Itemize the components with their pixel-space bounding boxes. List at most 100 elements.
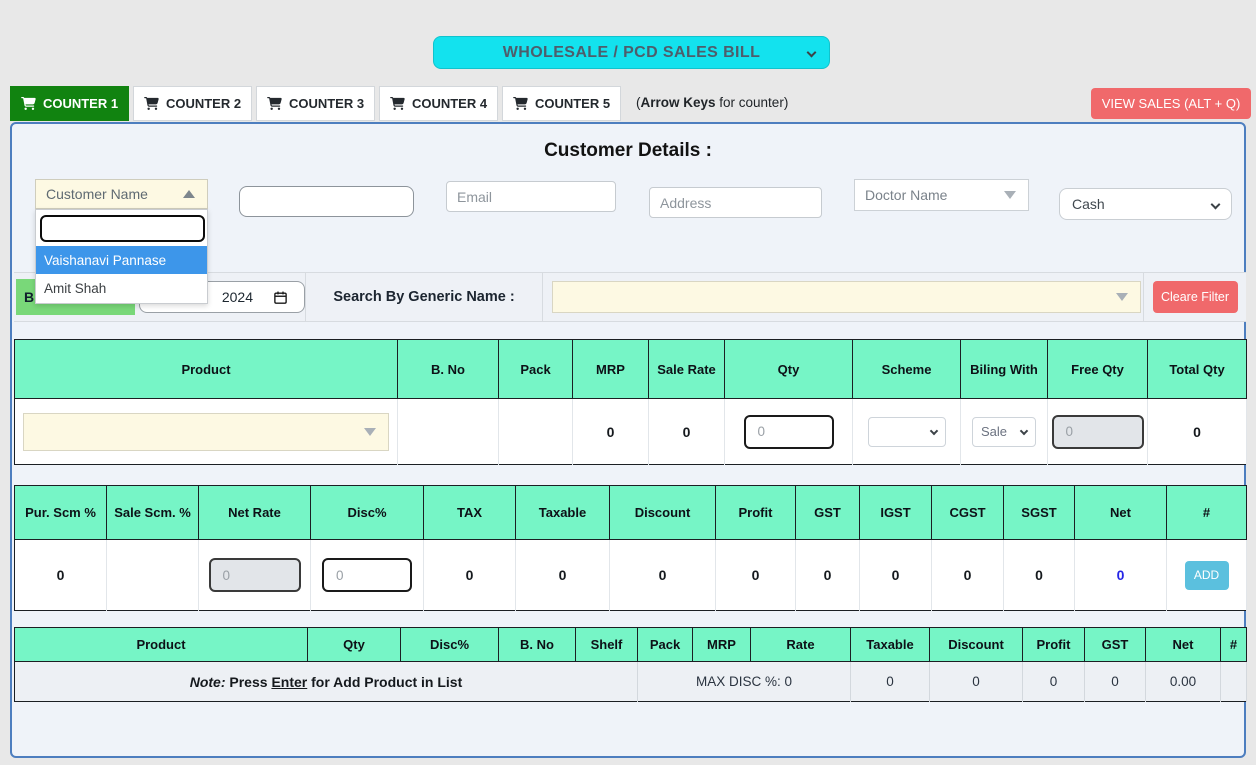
add-button[interactable]: ADD xyxy=(1185,561,1229,590)
total-taxable-cell: 0 xyxy=(851,662,930,702)
customer-name-input[interactable] xyxy=(239,186,414,217)
counter-keys-hint: (Arrow Keys for counter) xyxy=(636,95,788,110)
col-disc: Disc% xyxy=(311,486,424,540)
total-qty-cell: 0 xyxy=(1148,399,1247,465)
chevron-down-icon xyxy=(929,426,937,434)
enter-key-label: Enter xyxy=(271,674,307,690)
generic-search-label: Search By Generic Name : xyxy=(333,289,514,305)
col-b-no: B. No xyxy=(499,628,576,662)
table-header-row: Product Qty Disc% B. No Shelf Pack MRP R… xyxy=(15,628,1247,662)
address-field[interactable] xyxy=(649,187,822,218)
total-discount-cell: 0 xyxy=(930,662,1023,702)
table-header-row: Pur. Scm % Sale Scm. % Net Rate Disc% TA… xyxy=(15,486,1247,540)
sales-bill-page: WHOLESALE / PCD SALES BILL COUNTER 1 COU… xyxy=(0,0,1256,765)
scheme-cell xyxy=(853,399,961,465)
table-row: 0 0 0 0 0 0 0 0 0 0 ADD xyxy=(15,540,1247,611)
col-actions: # xyxy=(1167,486,1247,540)
col-gst: GST xyxy=(1085,628,1146,662)
customer-option-highlighted[interactable]: Vaishanavi Pannase xyxy=(36,246,207,274)
triangle-up-icon xyxy=(183,190,195,198)
col-total-qty: Total Qty xyxy=(1148,340,1247,399)
col-biling-with: Biling With xyxy=(961,340,1048,399)
col-net-rate: Net Rate xyxy=(199,486,311,540)
email-field[interactable] xyxy=(446,181,616,212)
customer-search-input[interactable] xyxy=(40,215,205,242)
disc-cell xyxy=(311,540,424,611)
generic-name-dropdown[interactable] xyxy=(552,281,1141,313)
bill-type-label: WHOLESALE / PCD SALES BILL xyxy=(503,44,761,62)
calendar-icon[interactable] xyxy=(273,290,288,305)
table-header-row: Product B. No Pack MRP Sale Rate Qty Sch… xyxy=(15,340,1247,399)
col-sgst: SGST xyxy=(1004,486,1075,540)
product-list-table: Product Qty Disc% B. No Shelf Pack MRP R… xyxy=(14,627,1247,702)
col-cgst: CGST xyxy=(932,486,1004,540)
chevron-down-icon xyxy=(1020,426,1028,434)
max-disc-cell: MAX DISC %: 0 xyxy=(638,662,851,702)
tab-counter-1[interactable]: COUNTER 1 xyxy=(10,86,129,121)
tab-counter-4[interactable]: COUNTER 4 xyxy=(379,86,498,121)
generic-label-cell: Search By Generic Name : xyxy=(306,273,543,321)
free-qty-cell xyxy=(1048,399,1148,465)
bill-type-select[interactable]: WHOLESALE / PCD SALES BILL xyxy=(433,36,830,69)
customer-name-dropdown[interactable]: Customer Name xyxy=(35,179,208,209)
net-cell: 0 xyxy=(1075,540,1167,611)
calculation-table: Pur. Scm % Sale Scm. % Net Rate Disc% TA… xyxy=(14,485,1247,611)
bill-date-value: 2024 xyxy=(222,289,253,305)
actions-empty-cell xyxy=(1221,662,1247,702)
billing-panel: Customer Details : Customer Name Doctor … xyxy=(10,122,1246,758)
clear-filter-cell: Cleare Filter xyxy=(1144,273,1246,321)
col-qty: Qty xyxy=(725,340,853,399)
doctor-name-label: Doctor Name xyxy=(865,187,947,203)
payment-type-value: Cash xyxy=(1072,196,1105,212)
net-rate-cell xyxy=(199,540,311,611)
col-product: Product xyxy=(15,340,398,399)
customer-option[interactable]: Amit Shah xyxy=(36,274,207,302)
col-pur-scm: Pur. Scm % xyxy=(15,486,107,540)
payment-type-select[interactable]: Cash xyxy=(1059,188,1232,220)
col-discount: Discount xyxy=(930,628,1023,662)
cart-icon xyxy=(267,97,282,110)
b-no-cell xyxy=(398,399,499,465)
tab-counter-3[interactable]: COUNTER 3 xyxy=(256,86,375,121)
product-entry-table: Product B. No Pack MRP Sale Rate Qty Sch… xyxy=(14,339,1247,465)
col-net: Net xyxy=(1146,628,1221,662)
cart-icon xyxy=(144,97,159,110)
customer-details-heading: Customer Details : xyxy=(12,140,1244,162)
biling-with-select[interactable]: Sale xyxy=(972,417,1036,447)
col-profit: Profit xyxy=(1023,628,1085,662)
total-net-cell: 0.00 xyxy=(1146,662,1221,702)
scheme-select[interactable] xyxy=(868,417,946,447)
col-actions: # xyxy=(1221,628,1247,662)
cart-icon xyxy=(21,97,36,110)
taxable-cell: 0 xyxy=(516,540,610,611)
product-select-dropdown[interactable] xyxy=(23,413,389,451)
table-footer-row: Note: Press Enter for Add Product in Lis… xyxy=(15,662,1247,702)
total-gst-cell: 0 xyxy=(1085,662,1146,702)
col-rate: Rate xyxy=(751,628,851,662)
col-disc: Disc% xyxy=(401,628,499,662)
tab-counter-5[interactable]: COUNTER 5 xyxy=(502,86,621,121)
qty-input[interactable] xyxy=(744,415,834,449)
net-rate-input[interactable] xyxy=(209,558,301,592)
disc-input[interactable] xyxy=(322,558,412,592)
tab-label: COUNTER 5 xyxy=(535,96,610,111)
clear-filter-button[interactable]: Cleare Filter xyxy=(1153,281,1238,313)
tab-label: COUNTER 1 xyxy=(43,96,118,111)
add-cell: ADD xyxy=(1167,540,1247,611)
free-qty-input[interactable] xyxy=(1052,415,1144,449)
col-taxable: Taxable xyxy=(851,628,930,662)
col-b-no: B. No xyxy=(398,340,499,399)
tab-counter-2[interactable]: COUNTER 2 xyxy=(133,86,252,121)
view-sales-button[interactable]: VIEW SALES (ALT + Q) xyxy=(1091,88,1251,119)
note-label: Note: xyxy=(190,674,226,690)
col-shelf: Shelf xyxy=(576,628,638,662)
col-taxable: Taxable xyxy=(516,486,610,540)
biling-with-cell: Sale xyxy=(961,399,1048,465)
table-row: 0 0 Sale xyxy=(15,399,1247,465)
col-scheme: Scheme xyxy=(853,340,961,399)
doctor-name-dropdown[interactable]: Doctor Name xyxy=(854,179,1029,211)
profit-cell: 0 xyxy=(716,540,796,611)
tab-label: COUNTER 4 xyxy=(412,96,487,111)
mrp-cell: 0 xyxy=(573,399,649,465)
note-cell: Note: Press Enter for Add Product in Lis… xyxy=(15,662,638,702)
